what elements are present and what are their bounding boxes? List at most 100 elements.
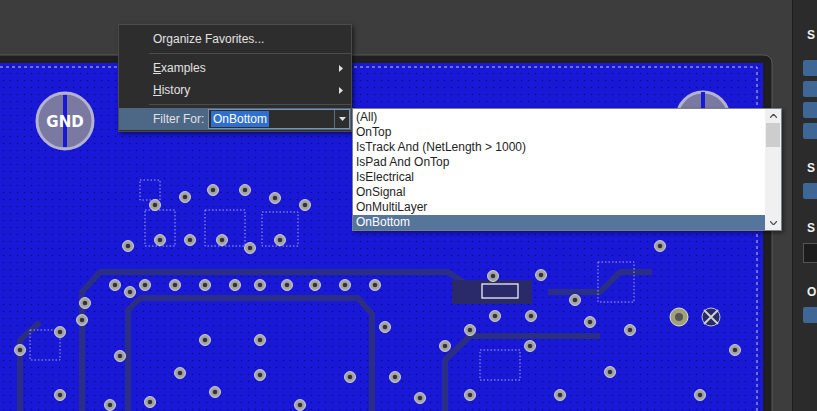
filter-option[interactable]: IsPad And OnTop bbox=[353, 155, 765, 170]
panel-label: O bbox=[807, 285, 816, 299]
via bbox=[570, 295, 581, 306]
via bbox=[282, 280, 293, 291]
panel-button[interactable] bbox=[803, 81, 817, 97]
via bbox=[77, 315, 88, 326]
panel-button[interactable] bbox=[803, 102, 817, 118]
filter-option[interactable]: OnTop bbox=[353, 125, 765, 140]
panel-button[interactable] bbox=[803, 183, 817, 199]
scroll-thumb[interactable] bbox=[766, 123, 780, 147]
via bbox=[310, 280, 321, 291]
filter-option[interactable]: IsElectrical bbox=[353, 170, 765, 185]
button-group bbox=[803, 60, 817, 139]
scroll-down-button[interactable] bbox=[765, 216, 781, 230]
scroll-track[interactable] bbox=[765, 147, 781, 216]
via bbox=[390, 372, 401, 383]
via bbox=[655, 241, 666, 252]
filter-value[interactable]: OnBottom bbox=[211, 111, 269, 127]
via bbox=[125, 287, 136, 298]
panel-label: S bbox=[807, 221, 815, 235]
footprint-outline bbox=[598, 262, 634, 302]
via bbox=[217, 235, 228, 246]
filter-combobox[interactable]: OnBottom bbox=[208, 109, 350, 129]
option-list: (All)OnTopIsTrack And (NetLength > 1000)… bbox=[353, 109, 765, 230]
via bbox=[145, 397, 156, 408]
dropdown-button[interactable] bbox=[334, 110, 349, 128]
via bbox=[180, 192, 191, 203]
via bbox=[730, 345, 741, 356]
panel-button[interactable] bbox=[803, 123, 817, 139]
panel-field[interactable] bbox=[803, 243, 817, 263]
via bbox=[625, 325, 636, 336]
via bbox=[15, 345, 26, 356]
filter-option[interactable]: OnBottom bbox=[353, 215, 765, 230]
footprint-outline bbox=[205, 210, 245, 246]
menu-item[interactable]: History bbox=[119, 79, 351, 101]
via bbox=[525, 341, 536, 352]
via bbox=[55, 390, 66, 401]
via bbox=[440, 341, 451, 352]
via bbox=[295, 400, 306, 411]
filter-option[interactable]: IsTrack And (NetLength > 1000) bbox=[353, 140, 765, 155]
via bbox=[240, 185, 251, 196]
via bbox=[605, 367, 616, 378]
mounting-hole bbox=[670, 308, 688, 326]
footprint-outline bbox=[480, 350, 520, 380]
menu-separator bbox=[149, 53, 351, 54]
via bbox=[345, 372, 356, 383]
gnd-logo: GND bbox=[37, 93, 93, 149]
via bbox=[465, 390, 476, 401]
component-outline bbox=[482, 284, 518, 298]
via bbox=[245, 243, 256, 254]
pcb-editor: GND S S S O Organize Favorites... Exampl… bbox=[0, 0, 817, 411]
via bbox=[80, 298, 91, 309]
panel-header: S bbox=[807, 28, 815, 42]
via bbox=[55, 327, 66, 338]
via bbox=[200, 335, 211, 346]
filter-option[interactable]: OnMultiLayer bbox=[353, 200, 765, 215]
via bbox=[210, 387, 221, 398]
via bbox=[300, 200, 311, 211]
via bbox=[465, 325, 476, 336]
filter-row[interactable]: Filter For: OnBottom bbox=[119, 108, 351, 130]
filter-option[interactable]: OnSignal bbox=[353, 185, 765, 200]
via bbox=[526, 311, 537, 322]
menu-item[interactable]: Organize Favorites... bbox=[119, 28, 351, 50]
via bbox=[110, 280, 121, 291]
via bbox=[488, 271, 499, 282]
via bbox=[255, 280, 266, 291]
panel-button[interactable] bbox=[803, 307, 817, 323]
via bbox=[585, 317, 596, 328]
via bbox=[170, 280, 181, 291]
via bbox=[380, 322, 391, 333]
footprint-outline bbox=[262, 212, 298, 246]
context-menu: Organize Favorites... Examples History F… bbox=[118, 24, 352, 132]
via bbox=[695, 390, 706, 401]
footprint-outline bbox=[140, 180, 160, 200]
scroll-up-button[interactable] bbox=[765, 109, 781, 123]
via bbox=[115, 351, 126, 362]
via bbox=[270, 193, 281, 204]
panel-header: S bbox=[807, 161, 815, 175]
submenu-arrow-icon bbox=[339, 65, 343, 72]
gnd-label: GND bbox=[46, 113, 83, 131]
via bbox=[415, 393, 426, 404]
footprint-outline bbox=[145, 210, 175, 246]
caret-up-icon bbox=[770, 114, 777, 118]
panel-button[interactable] bbox=[803, 60, 817, 76]
caret-down-icon bbox=[770, 221, 777, 225]
filter-option[interactable]: (All) bbox=[353, 110, 765, 125]
via bbox=[230, 280, 241, 291]
via bbox=[275, 235, 286, 246]
via bbox=[255, 370, 266, 381]
track bbox=[548, 272, 652, 292]
via bbox=[155, 235, 166, 246]
via bbox=[175, 368, 186, 379]
via bbox=[185, 235, 196, 246]
scrollbar[interactable] bbox=[765, 109, 781, 230]
via bbox=[370, 280, 381, 291]
track bbox=[445, 336, 600, 411]
via bbox=[490, 311, 501, 322]
menu-item[interactable]: Examples bbox=[119, 57, 351, 79]
via bbox=[340, 280, 351, 291]
submenu-arrow-icon bbox=[339, 87, 343, 94]
